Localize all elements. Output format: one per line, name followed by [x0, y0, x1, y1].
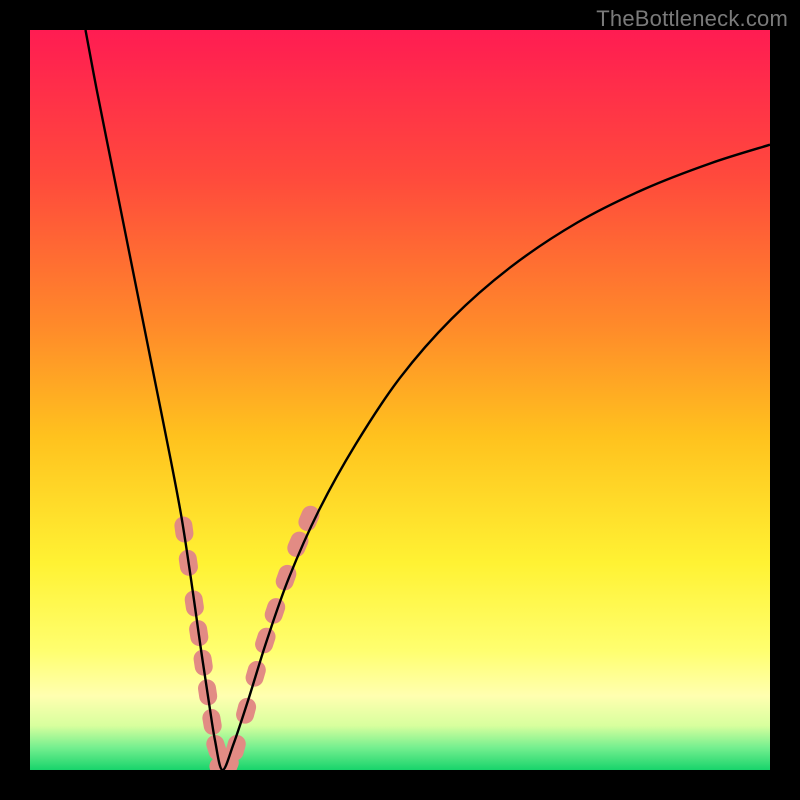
chart-svg: [30, 30, 770, 770]
outer-frame: TheBottleneck.com: [0, 0, 800, 800]
watermark-text: TheBottleneck.com: [596, 6, 788, 32]
gradient-background: [30, 30, 770, 770]
plot-area: [30, 30, 770, 770]
